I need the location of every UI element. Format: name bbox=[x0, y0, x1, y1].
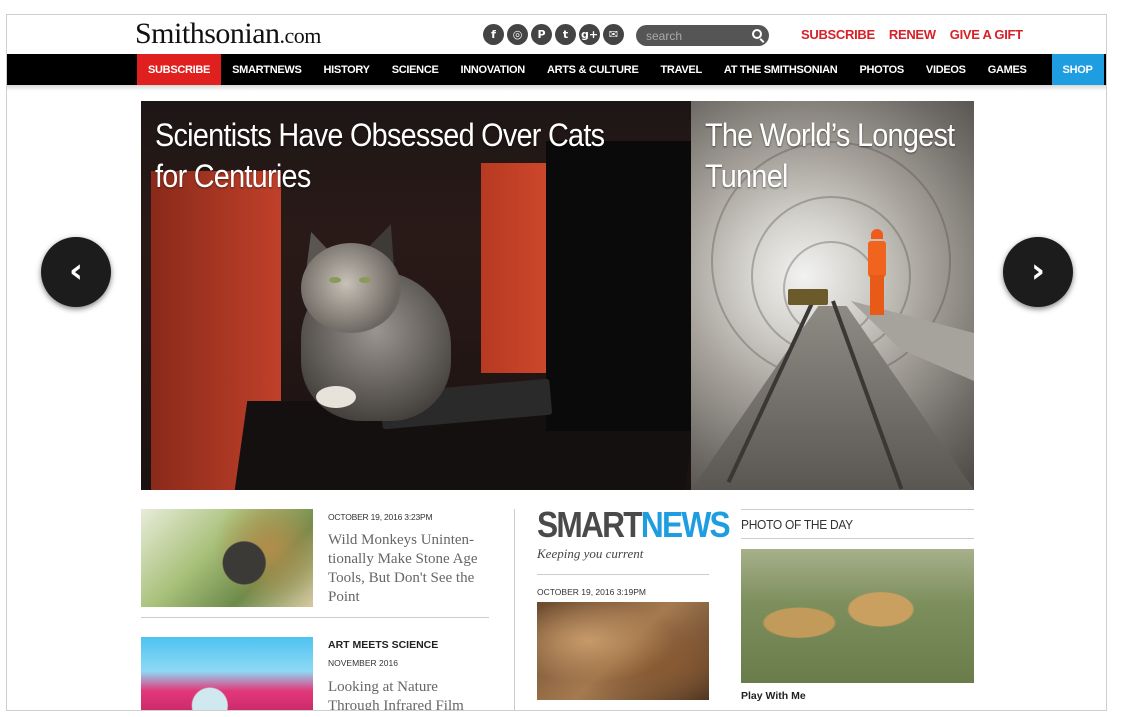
divider bbox=[741, 538, 974, 539]
story-kicker[interactable]: ART MEETS SCIENCE bbox=[328, 639, 438, 651]
smartnews-date: OCTOBER 19, 2016 3:19PM bbox=[537, 587, 646, 597]
nav-item-videos[interactable]: VIDEOS bbox=[915, 54, 977, 85]
worker-torso bbox=[868, 241, 886, 277]
smartnews-logo[interactable]: SMARTNEWS bbox=[537, 504, 731, 545]
give-a-gift-link[interactable]: GIVE A GIFT bbox=[950, 27, 1023, 42]
hero-title-cats[interactable]: Scientists Have Obsessed Over Cats for C… bbox=[155, 115, 641, 197]
smartnews-tagline: Keeping you current bbox=[537, 546, 644, 561]
nav-item-history[interactable]: HISTORY bbox=[313, 54, 381, 85]
divider bbox=[537, 574, 709, 575]
nav-item-science[interactable]: SCIENCE bbox=[381, 54, 450, 85]
story-date: OCTOBER 19, 2016 3:23PM bbox=[328, 512, 433, 522]
carousel-next-button[interactable]: › bbox=[1003, 237, 1073, 307]
nav-item-photos[interactable]: PHOTOS bbox=[848, 54, 914, 85]
hero-title-tunnel[interactable]: The World’s Longest Tunnel bbox=[705, 115, 966, 197]
nav-item-smartnews[interactable]: SMARTNEWS bbox=[221, 54, 312, 85]
smithsonian-logo[interactable]: Smithsonian.com bbox=[135, 17, 321, 51]
search-input[interactable] bbox=[646, 28, 746, 43]
photo-of-the-day: PHOTO OF THE DAY Play With Me bbox=[741, 509, 974, 702]
worker-legs bbox=[870, 275, 884, 315]
story-date: NOVEMBER 2016 bbox=[328, 658, 398, 668]
photo-of-the-day-title[interactable]: PHOTO OF THE DAY bbox=[741, 510, 955, 538]
nav-item-subscribe[interactable]: SUBSCRIBE bbox=[137, 54, 222, 85]
tunnel-worker bbox=[866, 229, 888, 319]
chevron-left-icon: ‹ bbox=[68, 250, 83, 291]
instagram-icon[interactable]: ◎ bbox=[507, 24, 528, 45]
nav-item-at-the-smithsonian[interactable]: AT THE SMITHSONIAN bbox=[713, 54, 849, 85]
cat-image bbox=[281, 218, 451, 421]
google-plus-icon[interactable]: g+ bbox=[579, 24, 600, 45]
worker-helmet bbox=[871, 229, 883, 239]
cat-eye-left bbox=[329, 277, 341, 283]
nav-item-games[interactable]: GAMES bbox=[977, 54, 1038, 85]
search-box bbox=[636, 25, 769, 46]
subscribe-link[interactable]: SUBSCRIBE bbox=[801, 27, 875, 42]
twitter-icon[interactable]: t bbox=[555, 24, 576, 45]
nav-item-travel[interactable]: TRAVEL bbox=[650, 54, 713, 85]
divider bbox=[141, 617, 489, 618]
site-header: Smithsonian.com f ◎ P t g+ ✉ SUBSCRIBE R… bbox=[7, 15, 1106, 54]
chevron-right-icon: › bbox=[1030, 250, 1045, 291]
latest-stories: OCTOBER 19, 2016 3:23PM Wild Monkeys Uni… bbox=[141, 507, 489, 710]
monkey-thumbnail[interactable] bbox=[141, 509, 313, 607]
cat-paw bbox=[316, 386, 356, 408]
story-item[interactable]: ART MEETS SCIENCE NOVEMBER 2016 Looking … bbox=[141, 635, 489, 710]
logo-text: Smithsonian bbox=[135, 17, 280, 50]
nav-item-shop[interactable]: SHOP bbox=[1051, 54, 1104, 85]
smartnews-section: SMARTNEWS Keeping you current OCTOBER 19… bbox=[537, 504, 731, 700]
nav-shadow bbox=[7, 85, 1106, 91]
browser-page: Smithsonian.com f ◎ P t g+ ✉ SUBSCRIBE R… bbox=[6, 14, 1107, 711]
column-divider bbox=[514, 509, 515, 710]
tunnel-vehicle bbox=[788, 289, 828, 305]
cheetah-photo[interactable] bbox=[741, 549, 974, 683]
social-links: f ◎ P t g+ ✉ bbox=[483, 24, 624, 45]
email-icon[interactable]: ✉ bbox=[603, 24, 624, 45]
story-headline[interactable]: Wild Monkeys Uninten-tionally Make Stone… bbox=[328, 531, 493, 607]
account-links: SUBSCRIBE RENEW GIVE A GIFT bbox=[801, 27, 1023, 42]
hero-carousel: Scientists Have Obsessed Over Cats for C… bbox=[141, 101, 974, 490]
logo-suffix: .com bbox=[279, 23, 322, 48]
nav-item-arts-culture[interactable]: ARTS & CULTURE bbox=[536, 54, 650, 85]
main-nav: SUBSCRIBE SMARTNEWS HISTORY SCIENCE INNO… bbox=[7, 54, 1106, 85]
renew-link[interactable]: RENEW bbox=[889, 27, 936, 42]
infrared-thumbnail[interactable] bbox=[141, 637, 313, 710]
photo-caption[interactable]: Play With Me bbox=[741, 690, 974, 702]
cat-head bbox=[301, 243, 401, 333]
cat-eye-right bbox=[359, 277, 371, 283]
smartnews-word-news: NEWS bbox=[640, 504, 731, 545]
nav-item-innovation[interactable]: INNOVATION bbox=[450, 54, 536, 85]
smartnews-word-smart: SMART bbox=[537, 504, 643, 545]
pinterest-icon[interactable]: P bbox=[531, 24, 552, 45]
story-headline[interactable]: Looking at Nature Through Infrared Film bbox=[328, 678, 493, 710]
story-item[interactable]: OCTOBER 19, 2016 3:23PM Wild Monkeys Uni… bbox=[141, 507, 489, 607]
facebook-icon[interactable]: f bbox=[483, 24, 504, 45]
cave-painting-thumbnail[interactable] bbox=[537, 602, 709, 700]
search-icon[interactable] bbox=[752, 29, 762, 39]
carousel-prev-button[interactable]: ‹ bbox=[41, 237, 111, 307]
